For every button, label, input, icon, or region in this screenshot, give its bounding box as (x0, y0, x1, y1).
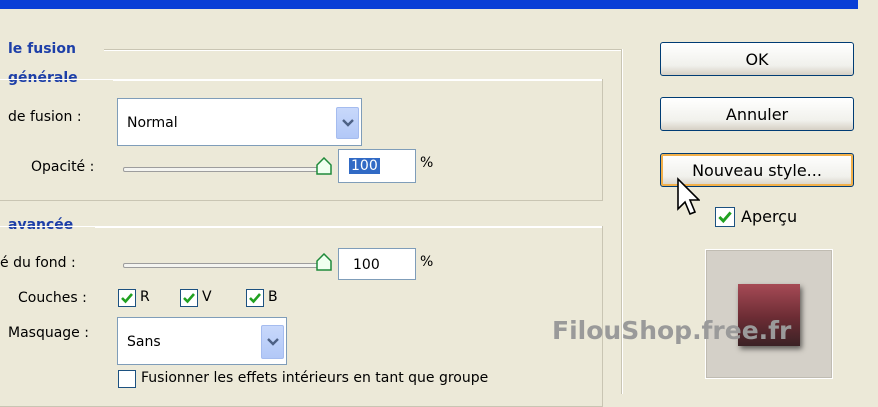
blend-mode-label: de fusion : (8, 109, 82, 125)
fill-opacity-label: é du fond : (0, 255, 76, 271)
check-icon[interactable] (715, 207, 735, 227)
opacity-input[interactable]: 100 (338, 149, 416, 183)
blend-options-rule (104, 49, 622, 51)
preview-label: Aperçu (741, 207, 798, 226)
check-icon[interactable] (180, 289, 198, 307)
channels-label: Couches : (18, 290, 87, 306)
check-icon[interactable] (118, 289, 136, 307)
knockout-label: Masquage : (8, 325, 89, 341)
cancel-label: Annuler (725, 104, 789, 124)
blend-mode-select[interactable]: Normal (117, 98, 362, 146)
mouse-cursor-icon (676, 177, 701, 221)
ok-button[interactable]: OK (660, 42, 854, 76)
fill-opacity-value: 100 (353, 257, 380, 273)
chevron-down-icon[interactable] (336, 107, 359, 139)
cancel-button[interactable]: Annuler (660, 97, 854, 131)
channel-r-label: R (140, 289, 150, 305)
opacity-slider-thumb[interactable] (316, 157, 332, 175)
channel-v-label: V (202, 289, 212, 305)
new-style-label: Nouveau style... (692, 160, 822, 180)
fill-opacity-input[interactable]: 100 (338, 248, 416, 280)
opacity-slider-track[interactable] (123, 167, 329, 172)
blend-interior-label: Fusionner les effets intérieurs en tant … (141, 370, 489, 386)
blend-mode-value: Normal (127, 115, 178, 131)
blend-options-title: le fusion (8, 41, 76, 57)
title-bar-edge (858, 0, 878, 12)
opacity-unit: % (420, 155, 434, 171)
check-icon[interactable] (246, 289, 264, 307)
checkbox-box[interactable] (118, 370, 136, 388)
knockout-select[interactable]: Sans (117, 317, 287, 365)
opacity-label: Opacité : (31, 159, 95, 175)
fill-opacity-slider-track[interactable] (123, 263, 329, 268)
title-bar-strip (0, 0, 878, 9)
fill-opacity-slider-thumb[interactable] (316, 253, 332, 271)
style-preview-thumbnail (705, 249, 833, 379)
channel-b-label: B (268, 289, 278, 305)
fill-opacity-unit: % (420, 254, 434, 270)
knockout-value: Sans (127, 334, 161, 350)
watermark: FilouShop.free.fr (552, 316, 792, 345)
opacity-value: 100 (349, 158, 380, 174)
chevron-down-icon[interactable] (261, 325, 284, 359)
ok-label: OK (745, 49, 769, 69)
